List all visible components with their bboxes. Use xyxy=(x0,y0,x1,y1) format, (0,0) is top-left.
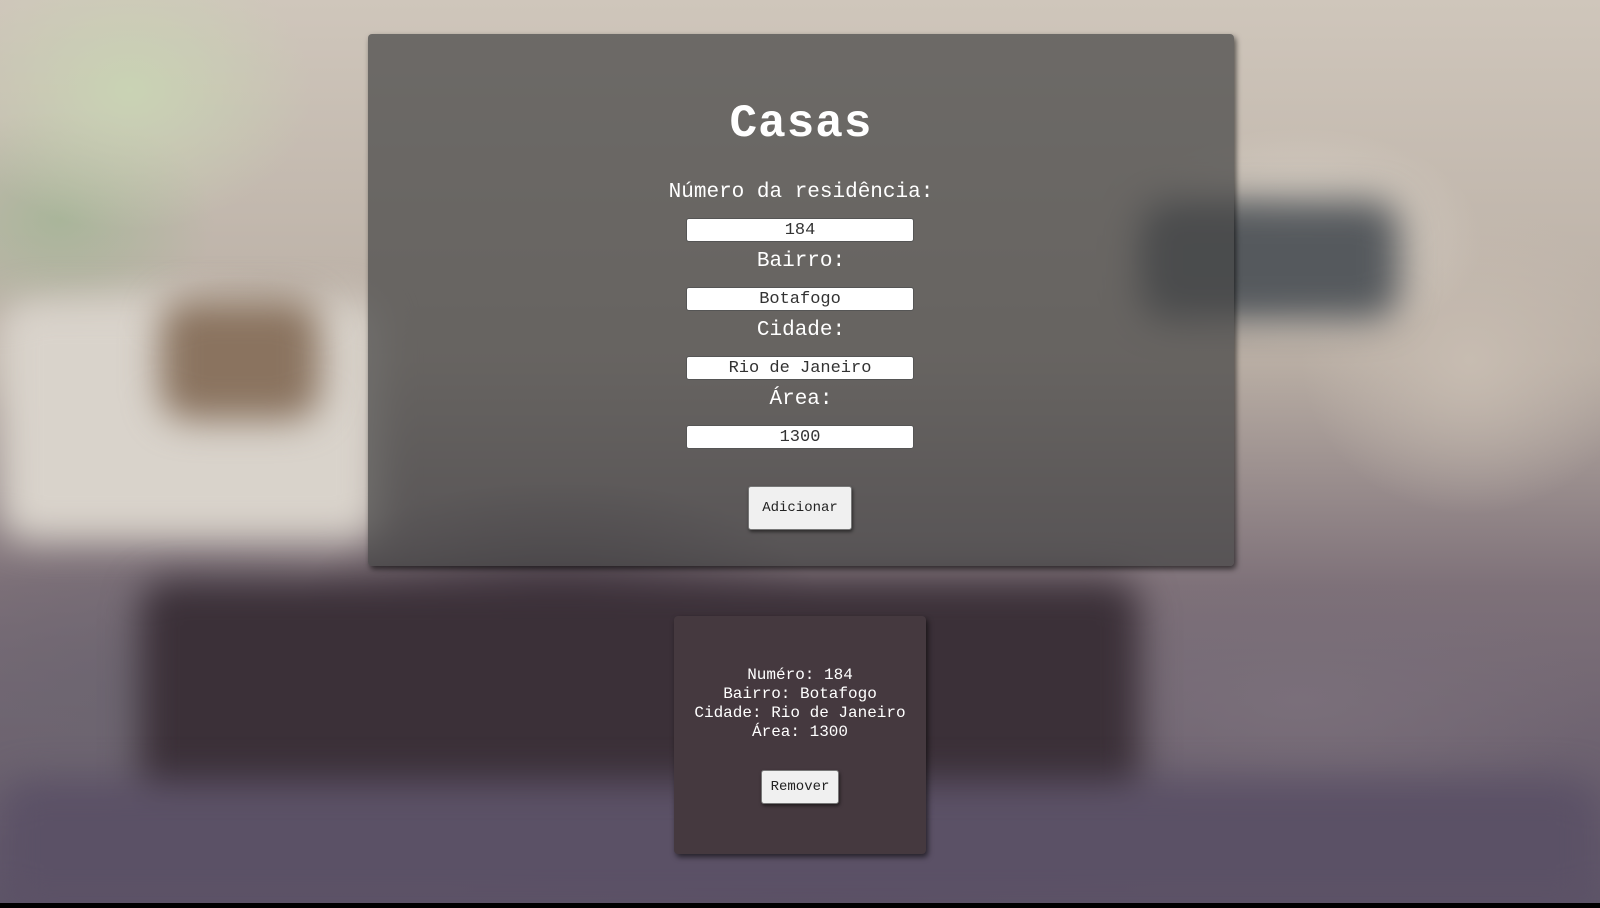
bairro-label: Bairro: xyxy=(756,250,846,273)
house-card: Numéro: 184 Bairro: Botafogo Cidade: Rio… xyxy=(674,616,926,854)
add-button[interactable]: Adicionar xyxy=(748,486,852,530)
cidade-label: Cidade: xyxy=(756,319,846,342)
house-bairro: Bairro: Botafogo xyxy=(723,685,877,703)
area-input[interactable] xyxy=(686,425,914,449)
background-cushion xyxy=(160,300,320,420)
remove-button[interactable]: Remover xyxy=(761,770,839,804)
house-form-panel: Casas Número da residência: Bairro: Cida… xyxy=(368,34,1234,566)
cidade-input[interactable] xyxy=(686,356,914,380)
area-label: Área: xyxy=(769,388,833,411)
page-title: Casas xyxy=(729,98,873,150)
house-cidade: Cidade: Rio de Janeiro xyxy=(694,704,906,722)
numero-label: Número da residência: xyxy=(668,181,934,204)
house-area: Área: 1300 xyxy=(751,723,848,741)
house-details: Numéro: 184 Bairro: Botafogo Cidade: Rio… xyxy=(674,666,926,742)
numero-input[interactable] xyxy=(686,218,914,242)
bairro-input[interactable] xyxy=(686,287,914,311)
bottom-bar xyxy=(0,903,1600,908)
house-numero: Numéro: 184 xyxy=(747,666,853,684)
